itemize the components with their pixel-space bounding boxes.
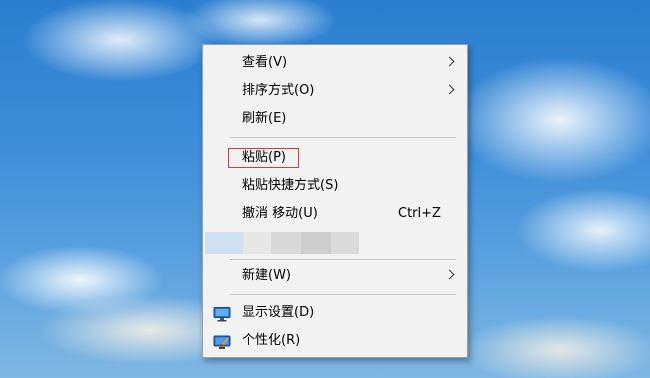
menu-separator [230,259,456,260]
chevron-right-icon [444,84,455,95]
menu-item-new[interactable]: 新建(W) [203,262,467,290]
menu-item-view[interactable]: 查看(V) [203,49,467,77]
context-menu: 查看(V) 排序方式(O) 刷新(E) 粘贴(P) 粘贴快捷方式(S) 撤消 移… [202,44,468,358]
blur-segment [271,232,301,254]
menu-item-paste-shortcut[interactable]: 粘贴快捷方式(S) [203,172,467,200]
menu-item-label: 新建(W) [242,268,291,283]
chevron-right-icon [444,56,455,67]
menu-item-personalize[interactable]: 个性化(R) [203,327,467,355]
menu-separator [230,137,456,138]
menu-item-display-settings[interactable]: 显示设置(D) [203,299,467,327]
blur-segment [331,232,359,254]
menu-item-label: 显示设置(D) [242,305,315,320]
personalize-icon [213,333,231,349]
menu-item-label: 粘贴快捷方式(S) [242,178,339,193]
menu-item-sort-by[interactable]: 排序方式(O) [203,77,467,105]
menu-item-undo-move[interactable]: 撤消 移动(U) Ctrl+Z [203,200,467,228]
blurred-menu-item [203,232,467,254]
menu-item-label: 查看(V) [242,55,288,70]
blur-segment [205,232,243,254]
menu-item-label: 个性化(R) [242,333,301,348]
blur-segment [301,232,331,254]
menu-separator [230,294,456,295]
menu-item-refresh[interactable]: 刷新(E) [203,105,467,133]
menu-item-shortcut: Ctrl+Z [398,206,441,221]
chevron-right-icon [444,269,455,280]
menu-item-label: 撤消 移动(U) [242,206,318,221]
display-settings-icon [213,305,231,322]
menu-item-label: 粘贴(P) [242,150,286,165]
menu-item-label: 刷新(E) [242,111,287,126]
menu-item-label: 排序方式(O) [242,83,315,98]
menu-item-paste[interactable]: 粘贴(P) [203,144,467,172]
blur-segment [243,232,271,254]
